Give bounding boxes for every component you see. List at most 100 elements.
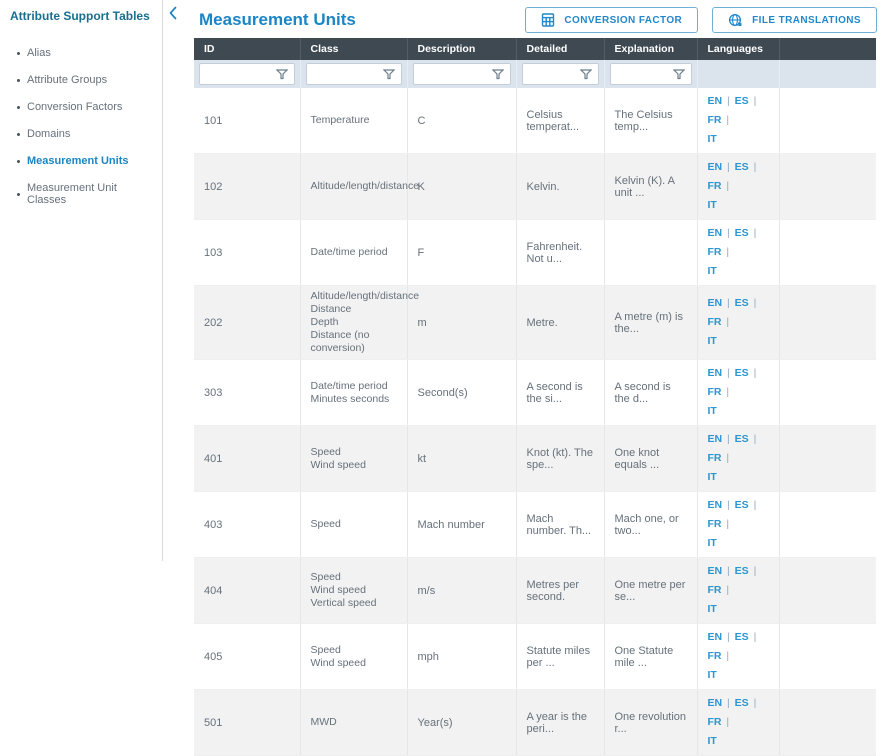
language-link-en[interactable]: EN	[708, 631, 723, 643]
cell-languages: EN | ES | FR | IT	[697, 492, 779, 558]
cell-languages: EN | ES | FR | IT	[697, 360, 779, 426]
filter-input-detailed[interactable]	[523, 64, 574, 84]
language-link-en[interactable]: EN	[708, 227, 723, 239]
language-link-fr[interactable]: FR	[708, 246, 722, 258]
filter-input-class[interactable]	[307, 64, 377, 84]
column-header-detailed[interactable]: Detailed	[516, 38, 604, 60]
filter-input-description[interactable]	[414, 64, 486, 84]
sidebar-item-alias[interactable]: Alias	[17, 43, 156, 63]
language-link-fr[interactable]: FR	[708, 650, 722, 662]
language-link-it[interactable]: IT	[708, 265, 717, 277]
cell-detailed: Metre.	[516, 286, 604, 360]
bullet-icon	[17, 193, 20, 196]
cell-class: Altitude/length/distanceDistanceDepthDis…	[300, 286, 407, 360]
language-link-es[interactable]: ES	[735, 697, 749, 709]
sidebar-collapse-button[interactable]	[165, 4, 181, 22]
language-link-en[interactable]: EN	[708, 95, 723, 107]
filter-menu-button[interactable]	[377, 64, 401, 84]
language-link-en[interactable]: EN	[708, 297, 723, 309]
cell-id: 405	[194, 624, 300, 690]
language-separator: |	[722, 499, 735, 511]
language-link-en[interactable]: EN	[708, 433, 723, 445]
cell-languages: EN | ES | FR | IT	[697, 154, 779, 220]
table-row: 501 MWD Year(s) A year is the peri... On…	[194, 690, 876, 756]
sidebar-item-label: Conversion Factors	[27, 101, 122, 113]
filter-input-id[interactable]	[200, 64, 270, 84]
language-link-it[interactable]: IT	[708, 471, 717, 483]
language-link-es[interactable]: ES	[735, 297, 749, 309]
language-link-en[interactable]: EN	[708, 499, 723, 511]
cell-class: Altitude/length/distance	[300, 154, 407, 220]
sidebar-item-measurement-unit-classes[interactable]: Measurement Unit Classes	[17, 178, 156, 210]
language-separator: |	[722, 246, 732, 258]
cell-explanation: Mach one, or two...	[604, 492, 697, 558]
sidebar-item-domains[interactable]: Domains	[17, 124, 156, 144]
language-link-es[interactable]: ES	[735, 367, 749, 379]
filter-menu-button[interactable]	[486, 64, 510, 84]
language-link-en[interactable]: EN	[708, 697, 723, 709]
language-link-it[interactable]: IT	[708, 735, 717, 747]
cell-class: Temperature	[300, 88, 407, 154]
cell-class: Date/time period	[300, 220, 407, 286]
language-link-it[interactable]: IT	[708, 669, 717, 681]
column-header-id[interactable]: ID	[194, 38, 300, 60]
filter-menu-button[interactable]	[667, 64, 691, 84]
filter-input-explanation[interactable]	[611, 64, 667, 84]
language-link-fr[interactable]: FR	[708, 518, 722, 530]
column-header-languages[interactable]: Languages	[697, 38, 779, 60]
sidebar-item-attribute-groups[interactable]: Attribute Groups	[17, 70, 156, 90]
language-separator: |	[722, 584, 732, 596]
language-link-fr[interactable]: FR	[708, 452, 722, 464]
cell-id: 404	[194, 558, 300, 624]
language-separator: |	[749, 95, 759, 107]
cell-explanation: A metre (m) is the...	[604, 286, 697, 360]
cell-detailed: Mach number. Th...	[516, 492, 604, 558]
language-link-it[interactable]: IT	[708, 537, 717, 549]
sidebar-item-label: Alias	[27, 47, 51, 59]
language-link-es[interactable]: ES	[735, 95, 749, 107]
language-link-fr[interactable]: FR	[708, 716, 722, 728]
cell-empty	[779, 286, 876, 360]
language-link-en[interactable]: EN	[708, 565, 723, 577]
page-header: Measurement Units CONVERSION FACTOR	[194, 0, 877, 38]
language-link-it[interactable]: IT	[708, 335, 717, 347]
language-separator: |	[722, 631, 735, 643]
language-link-it[interactable]: IT	[708, 199, 717, 211]
column-header-explanation[interactable]: Explanation	[604, 38, 697, 60]
language-separator: |	[749, 697, 759, 709]
file-translations-button[interactable]: FILE TRANSLATIONS	[712, 7, 877, 33]
language-link-fr[interactable]: FR	[708, 114, 722, 126]
language-link-it[interactable]: IT	[708, 133, 717, 145]
language-link-es[interactable]: ES	[735, 227, 749, 239]
language-link-es[interactable]: ES	[735, 631, 749, 643]
language-link-es[interactable]: ES	[735, 499, 749, 511]
cell-detailed: A year is the peri...	[516, 690, 604, 756]
language-link-fr[interactable]: FR	[708, 316, 722, 328]
language-link-en[interactable]: EN	[708, 161, 723, 173]
language-link-fr[interactable]: FR	[708, 180, 722, 192]
language-link-en[interactable]: EN	[708, 367, 723, 379]
measurement-units-table: ID Class Description Detailed Explanatio…	[194, 38, 876, 756]
filter-menu-button[interactable]	[574, 64, 598, 84]
bullet-icon	[17, 52, 20, 55]
sidebar-item-measurement-units[interactable]: Measurement Units	[17, 151, 156, 171]
language-link-es[interactable]: ES	[735, 433, 749, 445]
language-link-es[interactable]: ES	[735, 161, 749, 173]
chevron-left-icon	[168, 6, 178, 20]
language-link-it[interactable]: IT	[708, 603, 717, 615]
language-link-fr[interactable]: FR	[708, 386, 722, 398]
language-separator: |	[749, 631, 759, 643]
conversion-factor-button[interactable]: CONVERSION FACTOR	[525, 7, 698, 33]
column-header-class[interactable]: Class	[300, 38, 407, 60]
language-separator: |	[722, 316, 732, 328]
language-link-es[interactable]: ES	[735, 565, 749, 577]
filter-menu-button[interactable]	[270, 64, 294, 84]
sidebar-item-conversion-factors[interactable]: Conversion Factors	[17, 97, 156, 117]
language-link-fr[interactable]: FR	[708, 584, 722, 596]
column-header-description[interactable]: Description	[407, 38, 516, 60]
sidebar-item-label: Domains	[27, 128, 70, 140]
table-row: 202 Altitude/length/distanceDistanceDept…	[194, 286, 876, 360]
language-separator: |	[722, 227, 735, 239]
cell-class: SpeedWind speedVertical speed	[300, 558, 407, 624]
language-link-it[interactable]: IT	[708, 405, 717, 417]
